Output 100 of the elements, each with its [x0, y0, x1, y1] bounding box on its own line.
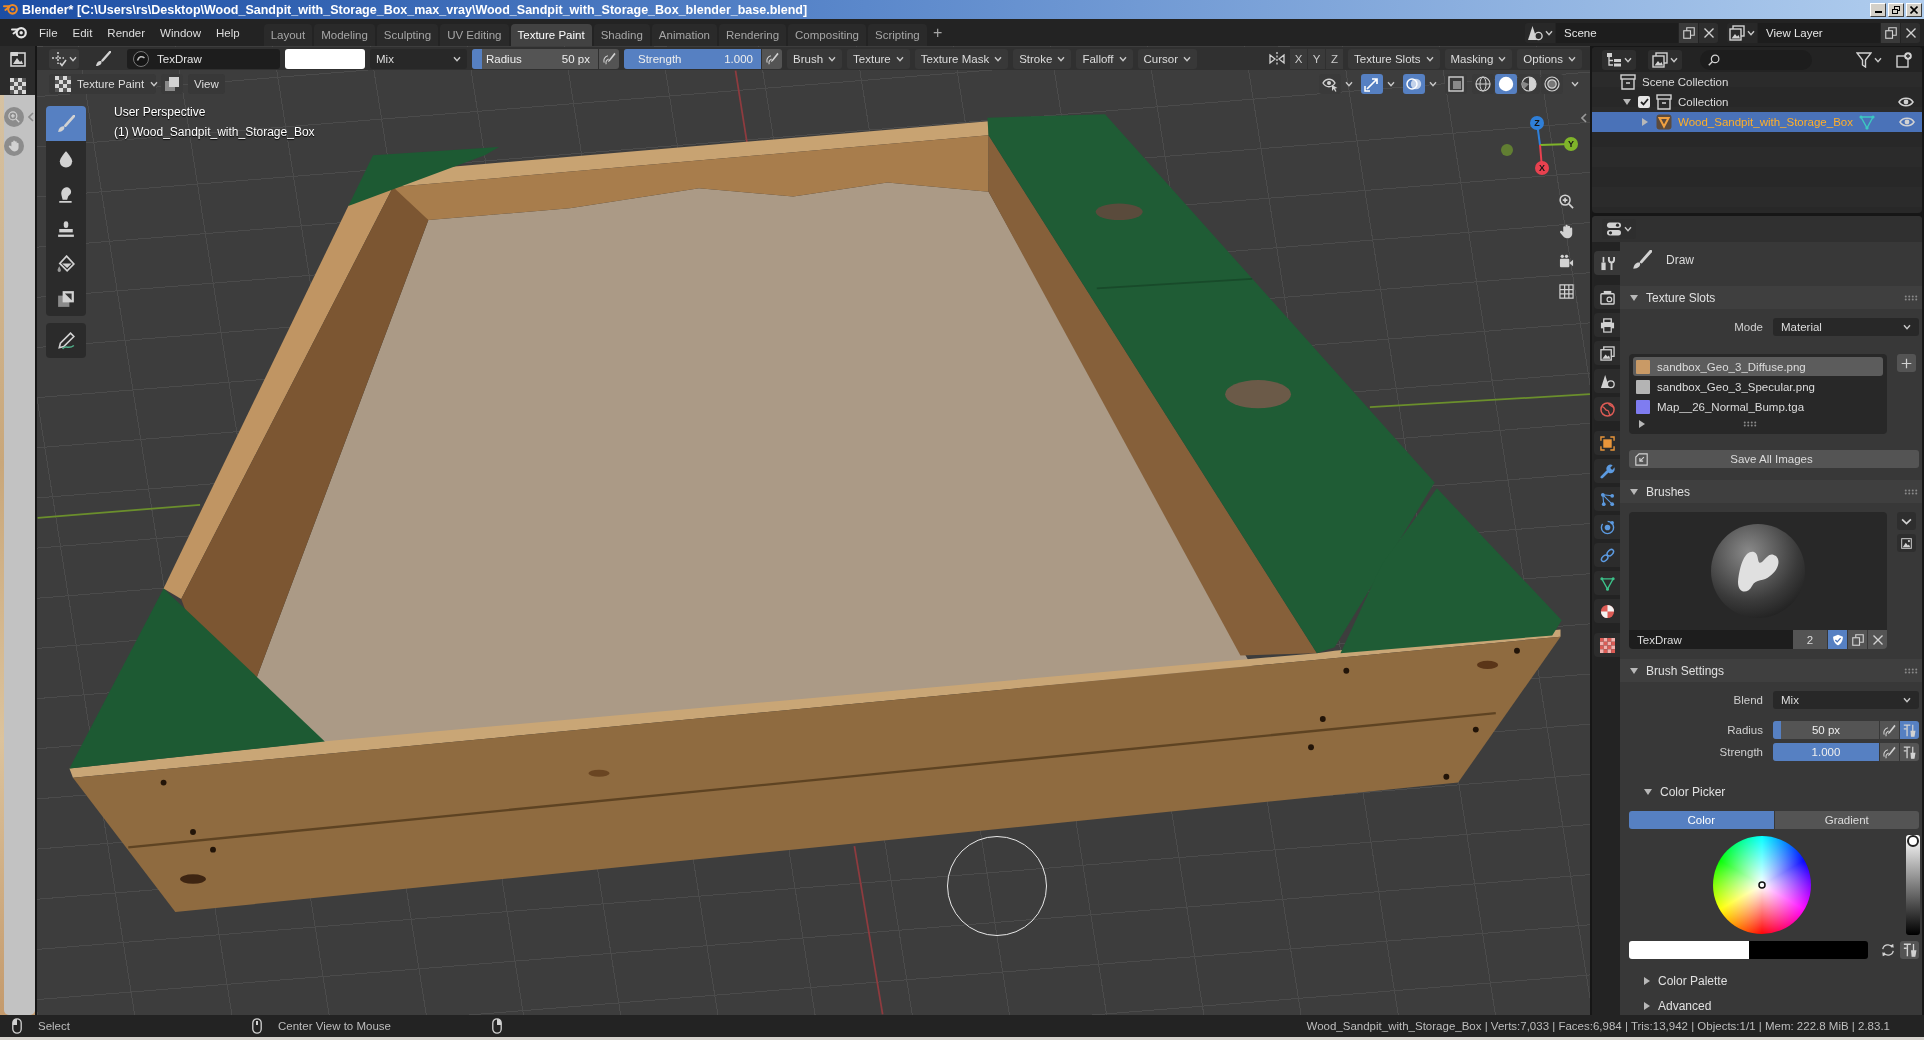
shading-mode-button[interactable]	[1495, 73, 1517, 94]
workspace-tab[interactable]: UV Editing	[440, 24, 509, 46]
unified-color-toggle[interactable]	[1900, 941, 1919, 959]
workspace-tab[interactable]: Layout	[263, 24, 313, 46]
viewport-canvas[interactable]: TexDraw Mix Radius 50 px Strength 1.000 Brush Texture Texture Mask Stroke Falloff Cursor X Y Z Texture Slots Masking Options Texture Paint View User Perspective (1) Wood_Sandpit_with_Storage_Box Z Y X	[37, 46, 1590, 1015]
remove-scene-button[interactable]	[1699, 22, 1718, 43]
shading-mode-button[interactable]	[1472, 73, 1494, 94]
brush-preview-area[interactable]	[1629, 512, 1887, 630]
unlink-brush-button[interactable]	[1868, 630, 1887, 649]
properties-tab[interactable]	[1594, 369, 1620, 393]
shading-mode-button[interactable]	[1518, 73, 1540, 94]
view-menu[interactable]: View	[188, 73, 225, 94]
new-scene-button[interactable]	[1679, 22, 1698, 43]
pressure-toggle[interactable]	[762, 48, 782, 69]
unified-setting-toggle[interactable]	[1900, 743, 1919, 761]
display-mode-button[interactable]	[1602, 49, 1636, 70]
properties-tab[interactable]	[1594, 571, 1620, 595]
duplicate-brush-button[interactable]	[1848, 630, 1867, 649]
header-menu[interactable]: Texture Slots	[1348, 48, 1440, 69]
user-count-field[interactable]: 2	[1793, 630, 1827, 649]
texture-slot-item[interactable]: Map__26_Normal_Bump.tga	[1633, 397, 1883, 416]
xray-toggle[interactable]	[1445, 73, 1467, 94]
header-menu[interactable]: Cursor	[1137, 48, 1198, 69]
gizmo-toggle[interactable]	[1361, 73, 1383, 94]
workspace-tab[interactable]: Animation	[651, 24, 717, 46]
brush-menu-button[interactable]	[1897, 512, 1916, 530]
mode-dropdown[interactable]: Material	[1773, 318, 1919, 336]
strength-slider[interactable]: Strength 1.000	[624, 48, 761, 69]
menu-item[interactable]: Window	[155, 23, 206, 42]
header-menu[interactable]: Texture	[847, 48, 910, 69]
workspace-tab[interactable]: Shading	[593, 24, 650, 46]
properties-tab[interactable]	[1594, 633, 1620, 657]
workspace-tab[interactable]: Compositing	[788, 24, 866, 46]
header-menu[interactable]: Texture Mask	[914, 48, 1009, 69]
value-slider[interactable]: 50 px	[1773, 721, 1879, 739]
properties-tab[interactable]	[1594, 285, 1620, 309]
fake-user-toggle[interactable]	[1828, 630, 1847, 649]
tool-settings-button[interactable]	[49, 48, 79, 69]
overlay-toggle[interactable]	[1403, 73, 1425, 94]
exclude-checkbox[interactable]	[1638, 96, 1650, 108]
color-swatch[interactable]	[1748, 941, 1868, 959]
negative-axis-handle[interactable]	[1501, 144, 1513, 156]
picker-tab[interactable]: Gradient	[1774, 811, 1919, 829]
texture-slot-item[interactable]: sandbox_Geo_3_Specular.png	[1633, 377, 1883, 396]
subpanel-header[interactable]: Advanced	[1620, 996, 1922, 1015]
gizmo-axis-handle[interactable]: Z	[1530, 116, 1544, 146]
panel-header[interactable]: Texture Slots	[1620, 286, 1922, 309]
subpanel-header[interactable]: Color Palette	[1620, 971, 1922, 990]
header-menu[interactable]: Options	[1517, 48, 1582, 69]
properties-tab[interactable]	[1594, 341, 1620, 365]
panel-header[interactable]: Brush Settings	[1620, 659, 1922, 682]
brush-image-button[interactable]	[1897, 534, 1916, 552]
texture-slot-item[interactable]: sandbox_Geo_3_Diffuse.png	[1633, 357, 1883, 376]
gizmo-axis-handle[interactable]: X	[1535, 144, 1549, 175]
value-slider[interactable]: 1.000	[1773, 743, 1879, 761]
panel-header[interactable]: Brushes	[1620, 480, 1922, 503]
header-menu[interactable]: Brush	[787, 48, 843, 69]
header-menu[interactable]: Masking	[1444, 48, 1513, 69]
symmetry-axis-toggle[interactable]: X	[1290, 48, 1308, 69]
workspace-tab[interactable]: Modeling	[314, 24, 375, 46]
workspace-tab[interactable]: Scripting	[868, 24, 927, 46]
unified-setting-toggle[interactable]	[1900, 721, 1919, 739]
tool-button[interactable]	[46, 281, 86, 316]
tool-button[interactable]	[46, 141, 86, 176]
outliner-row[interactable]: Collection	[1592, 92, 1922, 112]
view-mode-button[interactable]	[7, 77, 28, 95]
blend-dropdown[interactable]: Mix	[370, 48, 467, 69]
new-view-layer-button[interactable]	[1881, 22, 1900, 43]
menu-item[interactable]: Edit	[67, 23, 98, 42]
add-workspace-button[interactable]: +	[928, 22, 947, 43]
value-slider[interactable]	[1906, 835, 1920, 935]
minimize-button[interactable]	[1870, 2, 1886, 17]
brush-color-field[interactable]	[285, 48, 365, 69]
restore-button[interactable]	[1888, 2, 1904, 17]
menu-item[interactable]: Render	[102, 23, 151, 42]
remove-view-layer-button[interactable]	[1901, 22, 1920, 43]
add-slot-button[interactable]	[1897, 354, 1916, 372]
subpanel-header[interactable]: Color Picker	[1620, 782, 1922, 801]
workspace-tab[interactable]: Texture Paint	[510, 24, 592, 46]
tool-button[interactable]	[46, 323, 86, 358]
save-all-images-button[interactable]: Save All Images	[1629, 450, 1919, 468]
pressure-toggle[interactable]	[599, 48, 619, 69]
scene-browse-button[interactable]	[1525, 22, 1555, 43]
workspace-tab[interactable]: Sculpting	[376, 24, 439, 46]
mode-dropdown[interactable]: Texture Paint	[49, 73, 156, 94]
properties-tab[interactable]	[1594, 599, 1620, 623]
properties-tab[interactable]	[1594, 431, 1620, 455]
view-layer-browse-button[interactable]	[1727, 22, 1757, 43]
editor-type-button[interactable]	[7, 50, 28, 68]
value-thumb[interactable]	[1907, 835, 1919, 847]
color-swatch[interactable]	[1629, 941, 1749, 959]
blend-dropdown[interactable]: Mix	[1773, 691, 1919, 709]
filter-mode-button[interactable]	[1648, 49, 1682, 70]
search-field[interactable]	[1700, 49, 1812, 70]
header-menu[interactable]: Stroke	[1013, 48, 1072, 69]
brush-field[interactable]: TexDraw	[127, 48, 280, 69]
outliner-row[interactable]: Scene Collection	[1592, 72, 1922, 92]
menu-item[interactable]: Help	[211, 23, 245, 42]
symmetry-axis-toggle[interactable]: Y	[1308, 48, 1326, 69]
header-menu[interactable]: Falloff	[1076, 48, 1133, 69]
